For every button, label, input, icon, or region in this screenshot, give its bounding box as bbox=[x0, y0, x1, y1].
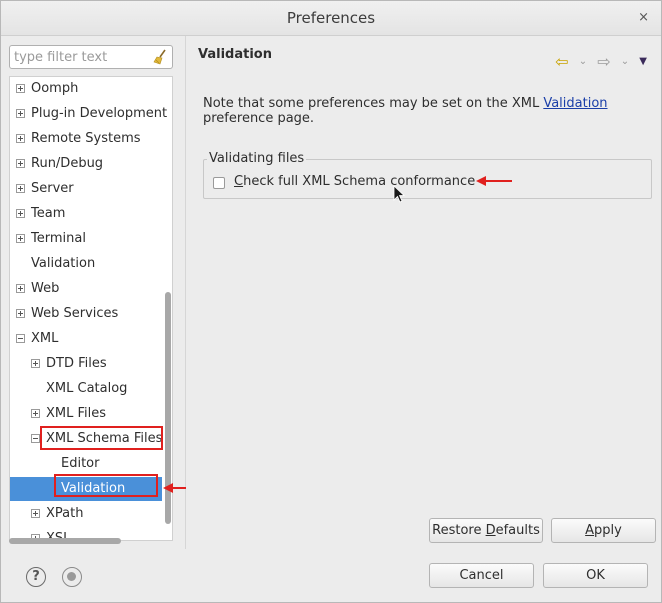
tree-item[interactable]: Web Services bbox=[10, 302, 162, 326]
full-schema-conformance-label[interactable]: Check full XML Schema conformance bbox=[234, 174, 475, 189]
record-icon[interactable] bbox=[62, 567, 82, 587]
page-title: Validation bbox=[198, 47, 272, 62]
expand-icon[interactable] bbox=[31, 359, 40, 368]
tree-item-label: XML Files bbox=[46, 406, 107, 421]
tree-item-label: XML bbox=[31, 331, 59, 346]
tree-item-label: Team bbox=[31, 206, 66, 221]
expand-icon[interactable] bbox=[16, 84, 25, 93]
tree-item-label: Server bbox=[31, 181, 74, 196]
expand-icon[interactable] bbox=[31, 409, 40, 418]
expand-icon[interactable] bbox=[16, 284, 25, 293]
collapse-icon[interactable] bbox=[16, 334, 25, 343]
tree-item-label: Web Services bbox=[31, 306, 119, 321]
group-label: Validating files bbox=[207, 151, 307, 166]
tree-item[interactable]: XPath bbox=[10, 502, 162, 526]
tree-item-label: Oomph bbox=[31, 81, 79, 96]
restore-mnemonic: D bbox=[485, 523, 496, 538]
tree-item[interactable]: Plug-in Development bbox=[10, 102, 167, 126]
tree-horizontal-scrollbar[interactable] bbox=[9, 538, 121, 544]
tree-item-label: Web bbox=[31, 281, 60, 296]
tree-item-label: Terminal bbox=[31, 231, 86, 246]
tree-item[interactable]: Server bbox=[10, 177, 162, 201]
validation-link[interactable]: Validation bbox=[543, 96, 607, 111]
tree-item[interactable]: DTD Files bbox=[10, 352, 162, 376]
expand-icon[interactable] bbox=[16, 109, 25, 118]
tree-item-label: XPath bbox=[46, 506, 84, 521]
right-pane: Validation ⇦ ⌄ ⇨ ⌄ ▼ Note that some pref… bbox=[186, 36, 661, 549]
tree-item[interactable]: XML Files bbox=[10, 402, 162, 426]
note-prefix: Note that some preferences may be set on… bbox=[203, 96, 544, 111]
tree-item[interactable]: Remote Systems bbox=[10, 127, 162, 151]
expand-icon[interactable] bbox=[16, 134, 25, 143]
tree-item[interactable]: Oomph bbox=[10, 77, 162, 101]
tree-item[interactable]: Run/Debug bbox=[10, 152, 162, 176]
forward-history-chevron-icon[interactable]: ⌄ bbox=[621, 56, 629, 67]
expand-icon[interactable] bbox=[16, 309, 25, 318]
left-pane: Oomph Plug-in Development Remote Systems Ru… bbox=[1, 36, 186, 549]
mouse-cursor-icon bbox=[393, 185, 405, 203]
preferences-window: Preferences × Oomph Plug-in Development Re… bbox=[0, 0, 662, 603]
back-icon[interactable]: ⇦ bbox=[555, 52, 568, 71]
expand-icon[interactable] bbox=[16, 184, 25, 193]
expand-icon[interactable] bbox=[16, 234, 25, 243]
expand-icon[interactable] bbox=[16, 159, 25, 168]
tree-item[interactable]: Validation bbox=[10, 252, 162, 276]
expand-icon[interactable] bbox=[31, 509, 40, 518]
tree-item-label: Plug-in Development bbox=[31, 106, 168, 121]
filter-box[interactable] bbox=[9, 45, 173, 69]
tree-item[interactable]: XML Catalog bbox=[10, 377, 162, 401]
back-history-chevron-icon[interactable]: ⌄ bbox=[579, 56, 587, 67]
tree-item-label: Validation bbox=[31, 256, 96, 271]
apply-label-rest: pply bbox=[594, 523, 622, 538]
annotation-box-schema-files bbox=[40, 426, 163, 450]
tree-item-label: Editor bbox=[61, 456, 100, 471]
ok-button[interactable]: OK bbox=[543, 563, 648, 588]
nav-toolbar: ⇦ ⌄ ⇨ ⌄ ▼ bbox=[549, 52, 647, 71]
window-title: Preferences bbox=[286, 9, 376, 27]
tree-item[interactable]: Web bbox=[10, 277, 162, 301]
mnemonic-char: C bbox=[234, 174, 244, 189]
full-schema-conformance-checkbox[interactable] bbox=[213, 177, 225, 189]
help-icon[interactable]: ? bbox=[26, 567, 46, 587]
restore-defaults-button[interactable]: Restore Defaults bbox=[429, 518, 543, 543]
tree-item-label: XML Catalog bbox=[46, 381, 128, 396]
expand-icon[interactable] bbox=[16, 209, 25, 218]
note-suffix: preference page. bbox=[203, 111, 315, 126]
tree-item[interactable]: Editor bbox=[10, 452, 162, 476]
note-text: Note that some preferences may be set on… bbox=[203, 96, 643, 126]
restore-label-pre: Restore bbox=[432, 523, 486, 538]
collapse-icon[interactable] bbox=[31, 434, 40, 443]
restore-label-post: efaults bbox=[495, 523, 540, 538]
view-menu-icon[interactable]: ▼ bbox=[639, 56, 647, 67]
tree-item-label: DTD Files bbox=[46, 356, 107, 371]
apply-button[interactable]: Apply bbox=[551, 518, 656, 543]
close-icon[interactable]: × bbox=[638, 10, 649, 25]
tree-item-label: Remote Systems bbox=[31, 131, 141, 146]
tree-item[interactable]: Team bbox=[10, 202, 162, 226]
annotation-arrow-checkbox bbox=[476, 176, 512, 186]
cancel-button[interactable]: Cancel bbox=[429, 563, 534, 588]
validating-files-group: Validating files Check full XML Schema c… bbox=[203, 151, 652, 199]
annotation-box-validation bbox=[54, 474, 158, 497]
preferences-tree[interactable]: Oomph Plug-in Development Remote Systems Ru… bbox=[9, 76, 173, 541]
tree-item[interactable]: Terminal bbox=[10, 227, 162, 251]
clear-filter-icon[interactable] bbox=[152, 49, 168, 65]
forward-icon[interactable]: ⇨ bbox=[597, 52, 610, 71]
bottom-bar: ? Cancel OK bbox=[1, 549, 661, 602]
filter-input[interactable] bbox=[14, 49, 150, 65]
tree-item-label: Run/Debug bbox=[31, 156, 104, 171]
apply-mnemonic: A bbox=[585, 523, 595, 538]
label-rest: heck full XML Schema conformance bbox=[243, 174, 476, 189]
title-bar[interactable]: Preferences × bbox=[1, 1, 661, 36]
tree-item[interactable]: XML bbox=[10, 327, 162, 351]
